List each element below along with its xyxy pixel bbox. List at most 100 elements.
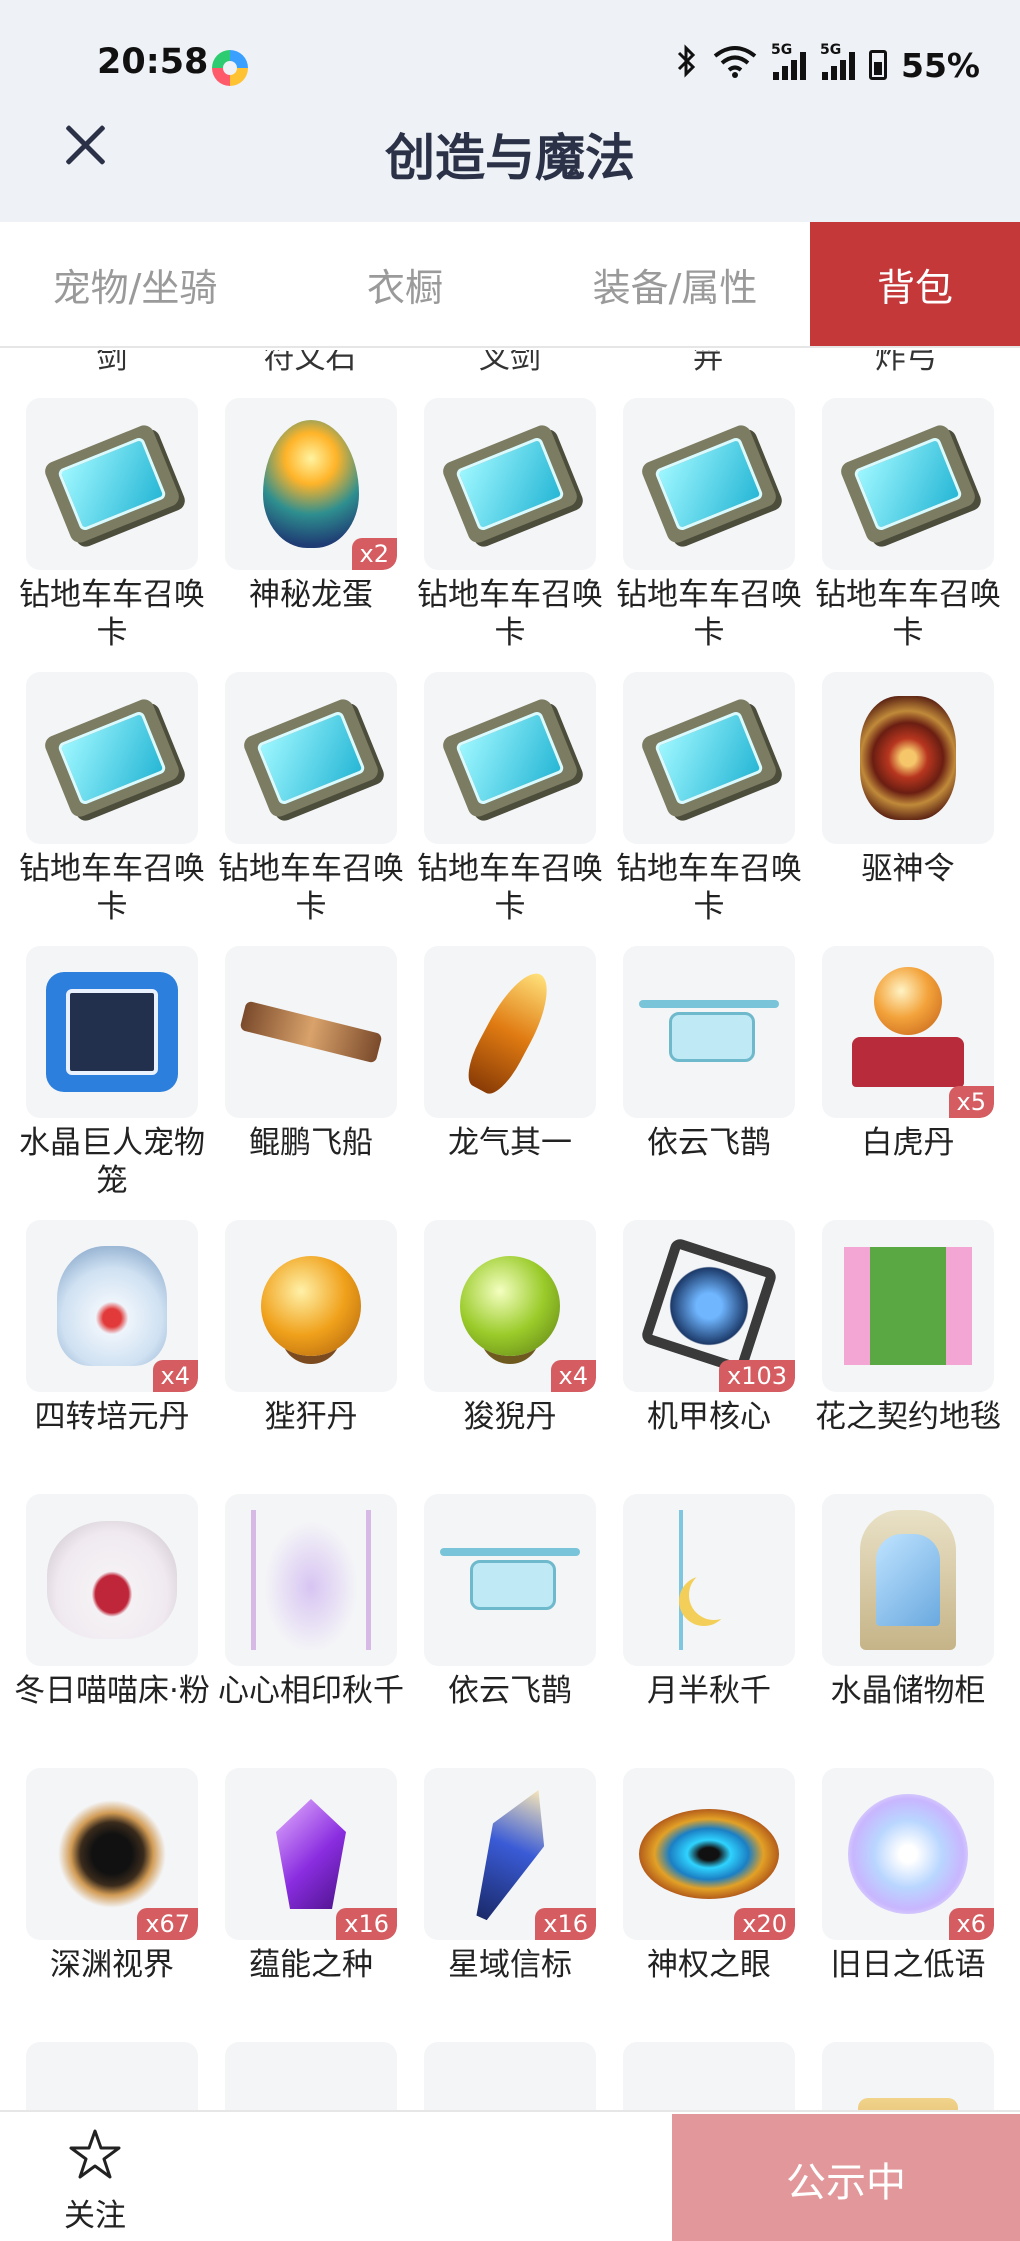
abyss-icon (56, 1798, 168, 1910)
divine-eye-icon (639, 1809, 779, 1899)
dragon-egg-icon (263, 420, 359, 548)
item-name: 钻地车车召唤卡 (616, 851, 802, 925)
item-name: 龙气其一 (448, 1125, 572, 1161)
battery-icon (869, 50, 887, 80)
inventory-item[interactable]: 水晶巨人宠物笼 (19, 946, 205, 1220)
inventory-item[interactable]: 钻地车车召唤卡 (616, 398, 802, 672)
cut-label: 笄 (692, 350, 724, 376)
item-name: 钻地车车召唤卡 (417, 851, 603, 925)
inventory-item[interactable]: 冬日喵喵床·粉 (14, 1494, 210, 1768)
cut-label: 炸弓 (875, 350, 937, 376)
inventory-item[interactable]: x4 狻猊丹 (424, 1220, 596, 1494)
signal-5g-icon-1: 5G (771, 42, 806, 80)
summon-card-icon (42, 696, 182, 820)
network-label-1: 5G (771, 42, 793, 58)
inventory-item[interactable]: x5 白虎丹 (822, 946, 994, 1220)
item-thumbnail (623, 2042, 795, 2110)
inventory-item[interactable]: 驱神令 (822, 672, 994, 946)
drone-icon (440, 1540, 580, 1620)
item-thumbnail: x16 (424, 1768, 596, 1940)
item-name: 四转培元丹 (34, 1399, 190, 1435)
moon-swing-icon (679, 1510, 739, 1650)
item-thumbnail (822, 1220, 994, 1392)
item-thumbnail (424, 1494, 596, 1666)
inventory-item[interactable]: x4 四转培元丹 (26, 1220, 198, 1494)
status-time: 20:58 (97, 42, 209, 82)
item-name: 神权之眼 (647, 1947, 771, 1983)
item-name: 水晶储物柜 (830, 1673, 986, 1709)
inventory-item[interactable]: x16 星域信标 (424, 1768, 596, 2042)
inventory-item[interactable] (424, 2042, 596, 2110)
tab-equipment-attributes[interactable]: 装备/属性 (540, 222, 810, 346)
item-thumbnail: x6 (822, 1768, 994, 1940)
item-name: 狻猊丹 (463, 1399, 557, 1435)
inventory-item[interactable]: x2 神秘龙蛋 (225, 398, 397, 672)
inventory-item[interactable]: 依云飞鹊 (424, 1494, 596, 1768)
item-name: 依云飞鹊 (448, 1673, 572, 1709)
item-thumbnail: x2 (225, 398, 397, 570)
inventory-item[interactable]: 狴犴丹 (225, 1220, 397, 1494)
green-orb-icon (460, 1256, 560, 1356)
pedestal-orb-icon (848, 967, 968, 1097)
inventory-item[interactable] (623, 2042, 795, 2110)
item-name: 依云飞鹊 (647, 1125, 771, 1161)
tab-backpack[interactable]: 背包 (810, 222, 1020, 346)
item-name: 水晶巨人宠物笼 (19, 1125, 205, 1199)
inventory-item[interactable]: 钻地车车召唤卡 (417, 398, 603, 672)
inventory-item[interactable]: 水晶储物柜 (822, 1494, 994, 1768)
inventory-item[interactable]: 依云飞鹊 (623, 946, 795, 1220)
item-name: 星域信标 (448, 1947, 572, 1983)
tab-wardrobe[interactable]: 衣橱 (270, 222, 540, 346)
follow-button[interactable]: 关注 (40, 2124, 150, 2234)
tab-pets-mounts[interactable]: 宠物/坐骑 (0, 222, 270, 346)
item-thumbnail (424, 398, 596, 570)
item-name: 鲲鹏飞船 (249, 1125, 373, 1161)
dragon-feather-icon (459, 963, 561, 1101)
item-thumbnail (225, 946, 397, 1118)
quantity-badge: x16 (535, 1908, 596, 1940)
cat-bed-icon (47, 1521, 177, 1639)
inventory-item[interactable]: 心心相印秋千 (218, 1494, 404, 1768)
inventory-item[interactable]: x20 神权之眼 (623, 1768, 795, 2042)
inventory-item[interactable]: 鲲鹏飞船 (225, 946, 397, 1220)
inventory-item[interactable]: 钻地车车召唤卡 (218, 672, 404, 946)
app-notification-icon (212, 50, 248, 86)
battery-percent: 55% (901, 45, 980, 85)
inventory-item[interactable]: x103 机甲核心 (623, 1220, 795, 1494)
inventory-item[interactable] (225, 2042, 397, 2110)
cut-label: 符文石 (263, 350, 357, 376)
item-name: 白虎丹 (861, 1125, 955, 1161)
item-name: 钻地车车召唤卡 (19, 577, 205, 651)
inventory-item[interactable]: 钻地车车召唤卡 (616, 672, 802, 946)
inventory-item[interactable]: x6 旧日之低语 (822, 1768, 994, 2042)
inventory-item[interactable]: 钻地车车召唤卡 (815, 398, 1001, 672)
item-thumbnail (26, 398, 198, 570)
item-name: 狴犴丹 (264, 1399, 358, 1435)
wifi-icon (713, 44, 757, 86)
item-thumbnail (26, 672, 198, 844)
item-name: 钻地车车召唤卡 (218, 851, 404, 925)
publicity-status-button[interactable]: 公示中 (672, 2114, 1020, 2241)
item-thumbnail (225, 2042, 397, 2110)
item-thumbnail (623, 398, 795, 570)
item-thumbnail (26, 2042, 198, 2110)
item-name: 蕴能之种 (249, 1947, 373, 1983)
inventory-item[interactable]: 月半秋千 (623, 1494, 795, 1768)
inventory-grid-viewport[interactable]: 剑 符文石 叉剑 笄 炸弓 钻地车车召唤卡 x2 神秘龙蛋 钻地车车召唤卡 钻地车车召唤… (0, 350, 1020, 2110)
inventory-item[interactable]: 花之契约地毯 (815, 1220, 1001, 1494)
inventory-grid: 钻地车车召唤卡 x2 神秘龙蛋 钻地车车召唤卡 钻地车车召唤卡 钻地车车召唤卡 钻地车车召唤… (14, 398, 1006, 2110)
inventory-item[interactable]: x16 蕴能之种 (225, 1768, 397, 2042)
item-thumbnail (822, 398, 994, 570)
summon-card-icon (241, 696, 381, 820)
bluetooth-icon (675, 44, 699, 86)
inventory-item[interactable]: 钻地车车召唤卡 (417, 672, 603, 946)
inventory-item[interactable] (822, 2042, 994, 2110)
inventory-item[interactable]: 钻地车车召唤卡 (19, 672, 205, 946)
inventory-item[interactable]: x67 深渊视界 (26, 1768, 198, 2042)
summon-card-icon (440, 696, 580, 820)
inventory-item[interactable]: 钻地车车召唤卡 (19, 398, 205, 672)
inventory-item[interactable] (26, 2042, 198, 2110)
item-name: 钻地车车召唤卡 (616, 577, 802, 651)
inventory-item[interactable]: 龙气其一 (424, 946, 596, 1220)
status-bar: 20:58 5G 5G 55% (0, 0, 1020, 130)
